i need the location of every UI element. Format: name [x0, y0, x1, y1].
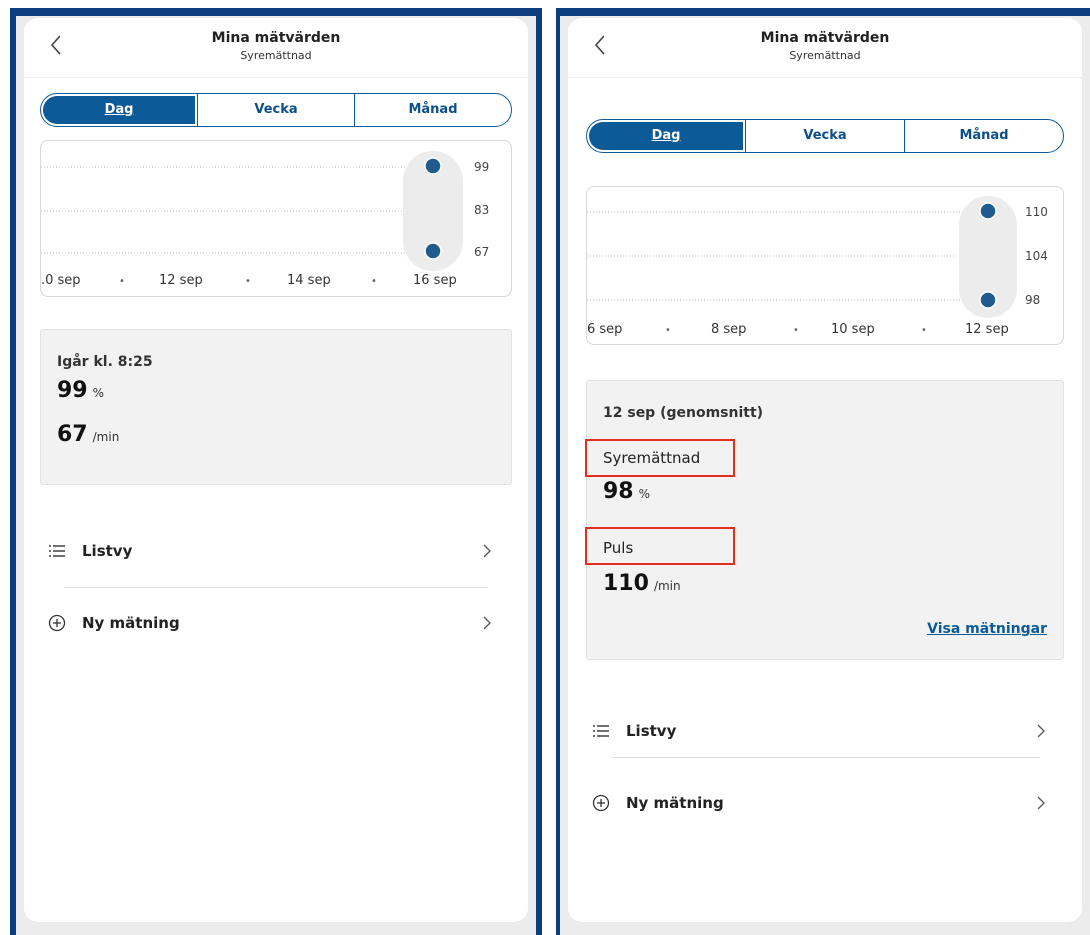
y-tick-label: 83	[474, 203, 489, 217]
app-card: Mina mätvärden Syremättnad Dag Vecka Mån…	[24, 18, 528, 922]
pulse-unit: /min	[92, 430, 120, 444]
phone-background: Mina mätvärden Syremättnad Dag Vecka Mån…	[16, 16, 536, 935]
menu-item-listvy[interactable]: Listvy	[46, 536, 132, 566]
menu-item-listvy[interactable]: Listvy	[590, 716, 676, 746]
left-screen-frame: Mina mätvärden Syremättnad Dag Vecka Mån…	[10, 8, 542, 935]
plus-circle-icon	[590, 792, 612, 814]
app-header: Mina mätvärden Syremättnad	[568, 18, 1082, 78]
chart-panel[interactable]: 99 83 67 .0 sep • 12 sep • 14 sep • 16 s…	[40, 140, 512, 297]
x-tick-dot: •	[371, 276, 377, 287]
tab-vecka[interactable]: Vecka	[198, 94, 355, 126]
spo2-value-row: 98 %	[603, 479, 650, 504]
visa-matningar-link[interactable]: Visa mätningar	[927, 621, 1047, 637]
tab-dag[interactable]: Dag	[41, 94, 198, 126]
menu-item-ny-matning[interactable]: Ny mätning	[46, 608, 180, 638]
chevron-right-icon	[1037, 796, 1045, 810]
list-icon	[590, 720, 612, 742]
chevron-right-icon	[483, 544, 491, 558]
x-tick-label: 12 sep	[159, 273, 203, 288]
pulse-value-row: 67 /min	[57, 422, 119, 447]
y-tick-label: 67	[474, 245, 489, 259]
data-point-spo2[interactable]	[424, 157, 442, 175]
x-tick-dot: •	[665, 325, 671, 336]
x-tick-label: 6 sep	[587, 322, 622, 337]
chart: 99 83 67 .0 sep • 12 sep • 14 sep • 16 s…	[41, 151, 489, 288]
page-title: Mina mätvärden	[211, 30, 341, 46]
page-subtitle: Syremättnad	[789, 49, 861, 62]
data-point-pulse[interactable]	[979, 202, 997, 220]
spo2-value: 98	[603, 479, 634, 504]
plus-circle-icon	[46, 612, 68, 634]
menu-item-label: Listvy	[82, 542, 133, 560]
spo2-value: 99	[57, 378, 88, 403]
list-icon	[46, 540, 68, 562]
period-tabs: Dag Vecka Månad	[586, 119, 1064, 153]
page-subtitle: Syremättnad	[240, 49, 312, 62]
spo2-unit: %	[92, 386, 105, 400]
menu-divider	[612, 757, 1040, 758]
page-title: Mina mätvärden	[760, 30, 890, 46]
data-point-pulse[interactable]	[424, 242, 442, 260]
chevron-right-icon	[483, 616, 491, 630]
spo2-value-row: 99 %	[57, 378, 104, 403]
measurement-summary: Igår kl. 8:25 99 % 67 /min	[40, 329, 512, 485]
y-tick-label: 104	[1025, 249, 1048, 263]
chart: 110 104 98 6 sep • 8 sep • 10 sep • 12 s…	[587, 196, 1048, 337]
chart-panel[interactable]: 110 104 98 6 sep • 8 sep • 10 sep • 12 s…	[586, 186, 1064, 345]
x-tick-dot: •	[921, 325, 927, 336]
pulse-value-row: 110 /min	[603, 571, 681, 596]
menu-item-ny-matning[interactable]: Ny mätning	[590, 788, 724, 818]
app-card: Mina mätvärden Syremättnad Dag Vecka Mån…	[568, 18, 1082, 922]
app-header: Mina mätvärden Syremättnad	[24, 18, 528, 78]
tab-manad[interactable]: Månad	[355, 94, 511, 126]
period-tabs: Dag Vecka Månad	[40, 93, 512, 127]
spo2-label: Syremättnad	[603, 449, 701, 467]
y-tick-label: 98	[1025, 293, 1040, 307]
y-tick-label: 99	[474, 160, 489, 174]
x-tick-label: 10 sep	[831, 322, 875, 337]
chevron-right-icon	[1037, 724, 1045, 738]
data-point-spo2[interactable]	[979, 291, 997, 309]
menu-item-label: Ny mätning	[626, 794, 724, 812]
tab-vecka[interactable]: Vecka	[746, 120, 905, 152]
pulse-value: 67	[57, 422, 88, 447]
x-tick-label: 14 sep	[287, 273, 331, 288]
x-tick-dot: •	[119, 276, 125, 287]
summary-heading: Igår kl. 8:25	[57, 354, 153, 370]
summary-heading: 12 sep (genomsnitt)	[603, 405, 764, 421]
pulse-label: Puls	[603, 539, 634, 557]
x-tick-label: 8 sep	[711, 322, 746, 337]
phone-background: Mina mätvärden Syremättnad Dag Vecka Mån…	[560, 16, 1090, 935]
x-tick-label: .0 sep	[41, 273, 81, 288]
x-tick-label: 12 sep	[965, 322, 1009, 337]
tab-dag[interactable]: Dag	[587, 120, 746, 152]
x-tick-dot: •	[245, 276, 251, 287]
right-screen-frame: Mina mätvärden Syremättnad Dag Vecka Mån…	[556, 8, 1090, 935]
x-tick-label: 16 sep	[413, 273, 457, 288]
menu-item-label: Ny mätning	[82, 614, 180, 632]
measurement-summary: 12 sep (genomsnitt) Syremättnad 98 % Pul…	[585, 380, 1064, 660]
tab-manad[interactable]: Månad	[905, 120, 1063, 152]
menu-item-label: Listvy	[626, 722, 677, 740]
pulse-value: 110	[603, 571, 649, 596]
menu-divider	[64, 587, 488, 588]
spo2-unit: %	[638, 487, 651, 501]
pulse-unit: /min	[653, 579, 681, 593]
x-tick-dot: •	[793, 325, 799, 336]
y-tick-label: 110	[1025, 205, 1048, 219]
